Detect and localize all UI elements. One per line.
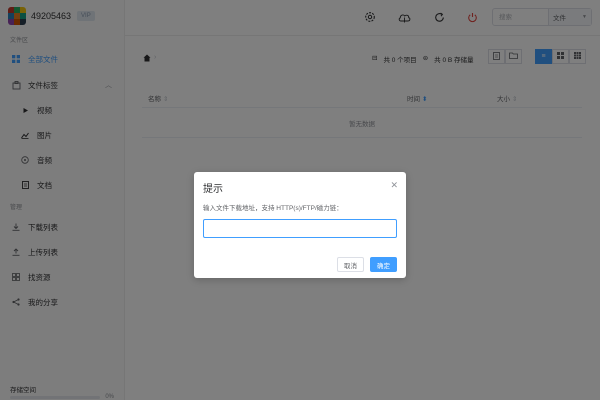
download-url-input[interactable] bbox=[203, 219, 397, 238]
dialog-title: 提示 bbox=[203, 184, 223, 195]
cancel-button[interactable]: 取消 bbox=[337, 257, 364, 272]
dialog-message: 输入文件下载地址，支持 HTTP(s)/FTP/磁力链： bbox=[203, 205, 343, 212]
close-icon[interactable]: ✕ bbox=[390, 180, 398, 191]
prompt-dialog: 提示 ✕ 输入文件下载地址，支持 HTTP(s)/FTP/磁力链： 取消 确定 bbox=[194, 172, 406, 278]
confirm-button[interactable]: 确定 bbox=[370, 257, 397, 272]
